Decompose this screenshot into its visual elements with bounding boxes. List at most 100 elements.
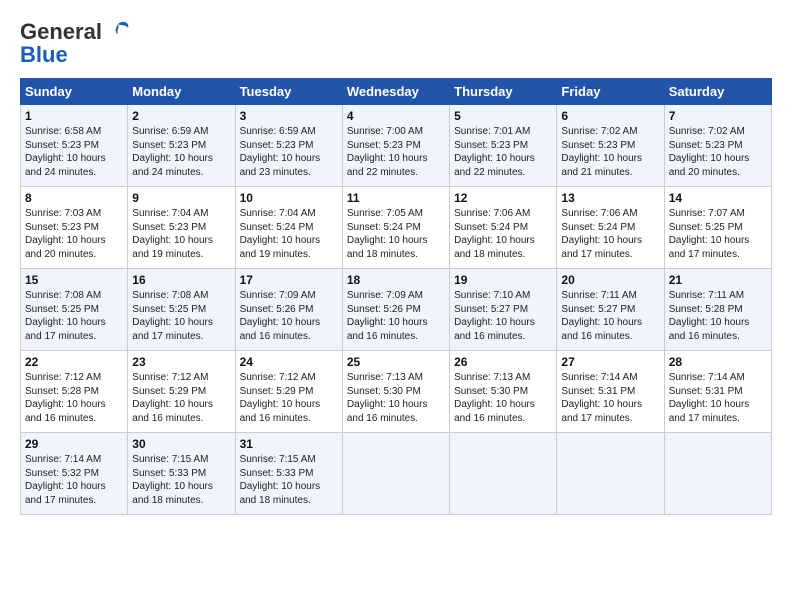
day-info: Sunrise: 7:04 AMSunset: 5:24 PMDaylight:… — [240, 208, 321, 260]
day-info: Sunrise: 7:01 AMSunset: 5:23 PMDaylight:… — [454, 126, 535, 178]
day-number: 2 — [132, 109, 230, 123]
calendar-cell: 31 Sunrise: 7:15 AMSunset: 5:33 PMDayligh… — [235, 433, 342, 515]
calendar-cell — [664, 433, 771, 515]
col-thursday: Thursday — [450, 79, 557, 105]
calendar-cell: 2 Sunrise: 6:59 AMSunset: 5:23 PMDaylight… — [128, 105, 235, 187]
day-number: 10 — [240, 191, 338, 205]
day-info: Sunrise: 7:02 AMSunset: 5:23 PMDaylight:… — [669, 126, 750, 178]
day-number: 29 — [25, 437, 123, 451]
calendar-cell: 17 Sunrise: 7:09 AMSunset: 5:26 PMDayligh… — [235, 269, 342, 351]
day-info: Sunrise: 7:04 AMSunset: 5:23 PMDaylight:… — [132, 208, 213, 260]
day-info: Sunrise: 7:13 AMSunset: 5:30 PMDaylight:… — [454, 372, 535, 424]
day-number: 1 — [25, 109, 123, 123]
day-info: Sunrise: 7:07 AMSunset: 5:25 PMDaylight:… — [669, 208, 750, 260]
col-friday: Friday — [557, 79, 664, 105]
calendar-cell: 11Sunrise: 7:05 AMSunset: 5:24 PMDayligh… — [342, 187, 449, 269]
calendar-week-3: 15 Sunrise: 7:08 AMSunset: 5:25 PMDayligh… — [21, 269, 772, 351]
day-info: Sunrise: 7:11 AMSunset: 5:27 PMDaylight:… — [561, 290, 642, 342]
day-number: 15 — [25, 273, 123, 287]
day-info: Sunrise: 7:06 AMSunset: 5:24 PMDaylight:… — [561, 208, 642, 260]
day-number: 28 — [669, 355, 767, 369]
calendar-cell: 16Sunrise: 7:08 AMSunset: 5:25 PMDayligh… — [128, 269, 235, 351]
calendar-cell: 9Sunrise: 7:04 AMSunset: 5:23 PMDaylight… — [128, 187, 235, 269]
day-info: Sunrise: 7:14 AMSunset: 5:31 PMDaylight:… — [561, 372, 642, 424]
day-number: 12 — [454, 191, 552, 205]
calendar-cell: 3 Sunrise: 6:59 AMSunset: 5:23 PMDaylight… — [235, 105, 342, 187]
day-number: 13 — [561, 191, 659, 205]
day-number: 5 — [454, 109, 552, 123]
calendar-table: Sunday Monday Tuesday Wednesday Thursday… — [20, 78, 772, 515]
day-number: 25 — [347, 355, 445, 369]
calendar-cell: 8 Sunrise: 7:03 AMSunset: 5:23 PMDaylight… — [21, 187, 128, 269]
day-info: Sunrise: 6:58 AMSunset: 5:23 PMDaylight:… — [25, 126, 106, 178]
day-number: 21 — [669, 273, 767, 287]
day-info: Sunrise: 7:00 AMSunset: 5:23 PMDaylight:… — [347, 126, 428, 178]
day-number: 20 — [561, 273, 659, 287]
calendar-cell: 7Sunrise: 7:02 AMSunset: 5:23 PMDaylight… — [664, 105, 771, 187]
calendar-cell: 5 Sunrise: 7:01 AMSunset: 5:23 PMDaylight… — [450, 105, 557, 187]
logo: General Blue — [20, 18, 132, 68]
day-number: 14 — [669, 191, 767, 205]
day-info: Sunrise: 7:10 AMSunset: 5:27 PMDaylight:… — [454, 290, 535, 342]
day-info: Sunrise: 7:09 AMSunset: 5:26 PMDaylight:… — [347, 290, 428, 342]
day-number: 3 — [240, 109, 338, 123]
calendar-cell: 4 Sunrise: 7:00 AMSunset: 5:23 PMDaylight… — [342, 105, 449, 187]
day-info: Sunrise: 7:15 AMSunset: 5:33 PMDaylight:… — [240, 454, 321, 506]
calendar-week-1: 1 Sunrise: 6:58 AMSunset: 5:23 PMDaylight… — [21, 105, 772, 187]
calendar-cell: 29Sunrise: 7:14 AMSunset: 5:32 PMDayligh… — [21, 433, 128, 515]
calendar-week-4: 22 Sunrise: 7:12 AMSunset: 5:28 PMDayligh… — [21, 351, 772, 433]
calendar-cell: 30Sunrise: 7:15 AMSunset: 5:33 PMDayligh… — [128, 433, 235, 515]
day-number: 16 — [132, 273, 230, 287]
col-saturday: Saturday — [664, 79, 771, 105]
day-number: 22 — [25, 355, 123, 369]
day-info: Sunrise: 7:12 AMSunset: 5:28 PMDaylight:… — [25, 372, 106, 424]
day-info: Sunrise: 7:02 AMSunset: 5:23 PMDaylight:… — [561, 126, 642, 178]
day-info: Sunrise: 7:06 AMSunset: 5:24 PMDaylight:… — [454, 208, 535, 260]
day-number: 19 — [454, 273, 552, 287]
page: General Blue Sunday Monday Tuesday Wedne… — [0, 0, 792, 525]
calendar-cell — [342, 433, 449, 515]
day-number: 24 — [240, 355, 338, 369]
day-number: 4 — [347, 109, 445, 123]
calendar-cell: 23 Sunrise: 7:12 AMSunset: 5:29 PMDayligh… — [128, 351, 235, 433]
calendar-cell: 15 Sunrise: 7:08 AMSunset: 5:25 PMDayligh… — [21, 269, 128, 351]
day-number: 26 — [454, 355, 552, 369]
calendar-cell: 18Sunrise: 7:09 AMSunset: 5:26 PMDayligh… — [342, 269, 449, 351]
day-number: 6 — [561, 109, 659, 123]
calendar-cell: 25Sunrise: 7:13 AMSunset: 5:30 PMDayligh… — [342, 351, 449, 433]
header: General Blue — [20, 18, 772, 68]
day-info: Sunrise: 6:59 AMSunset: 5:23 PMDaylight:… — [132, 126, 213, 178]
col-sunday: Sunday — [21, 79, 128, 105]
calendar-cell: 21 Sunrise: 7:11 AMSunset: 5:28 PMDayligh… — [664, 269, 771, 351]
col-tuesday: Tuesday — [235, 79, 342, 105]
day-info: Sunrise: 7:09 AMSunset: 5:26 PMDaylight:… — [240, 290, 321, 342]
day-number: 27 — [561, 355, 659, 369]
day-info: Sunrise: 6:59 AMSunset: 5:23 PMDaylight:… — [240, 126, 321, 178]
day-number: 17 — [240, 273, 338, 287]
day-info: Sunrise: 7:08 AMSunset: 5:25 PMDaylight:… — [25, 290, 106, 342]
calendar-week-2: 8 Sunrise: 7:03 AMSunset: 5:23 PMDaylight… — [21, 187, 772, 269]
day-number: 31 — [240, 437, 338, 451]
logo-blue: Blue — [20, 42, 68, 68]
calendar-cell: 24 Sunrise: 7:12 AMSunset: 5:29 PMDayligh… — [235, 351, 342, 433]
calendar-cell: 1 Sunrise: 6:58 AMSunset: 5:23 PMDaylight… — [21, 105, 128, 187]
calendar-cell: 6 Sunrise: 7:02 AMSunset: 5:23 PMDaylight… — [557, 105, 664, 187]
calendar-cell — [557, 433, 664, 515]
calendar-week-5: 29Sunrise: 7:14 AMSunset: 5:32 PMDayligh… — [21, 433, 772, 515]
col-monday: Monday — [128, 79, 235, 105]
calendar-cell: 12 Sunrise: 7:06 AMSunset: 5:24 PMDayligh… — [450, 187, 557, 269]
day-info: Sunrise: 7:12 AMSunset: 5:29 PMDaylight:… — [132, 372, 213, 424]
day-number: 11 — [347, 191, 445, 205]
calendar-cell: 19 Sunrise: 7:10 AMSunset: 5:27 PMDayligh… — [450, 269, 557, 351]
day-info: Sunrise: 7:12 AMSunset: 5:29 PMDaylight:… — [240, 372, 321, 424]
day-info: Sunrise: 7:03 AMSunset: 5:23 PMDaylight:… — [25, 208, 106, 260]
day-info: Sunrise: 7:11 AMSunset: 5:28 PMDaylight:… — [669, 290, 750, 342]
calendar-cell: 28Sunrise: 7:14 AMSunset: 5:31 PMDayligh… — [664, 351, 771, 433]
calendar-cell: 13 Sunrise: 7:06 AMSunset: 5:24 PMDayligh… — [557, 187, 664, 269]
calendar-cell: 22 Sunrise: 7:12 AMSunset: 5:28 PMDayligh… — [21, 351, 128, 433]
day-number: 23 — [132, 355, 230, 369]
day-info: Sunrise: 7:15 AMSunset: 5:33 PMDaylight:… — [132, 454, 213, 506]
day-number: 8 — [25, 191, 123, 205]
logo-bird-icon — [104, 18, 132, 46]
calendar-cell — [450, 433, 557, 515]
